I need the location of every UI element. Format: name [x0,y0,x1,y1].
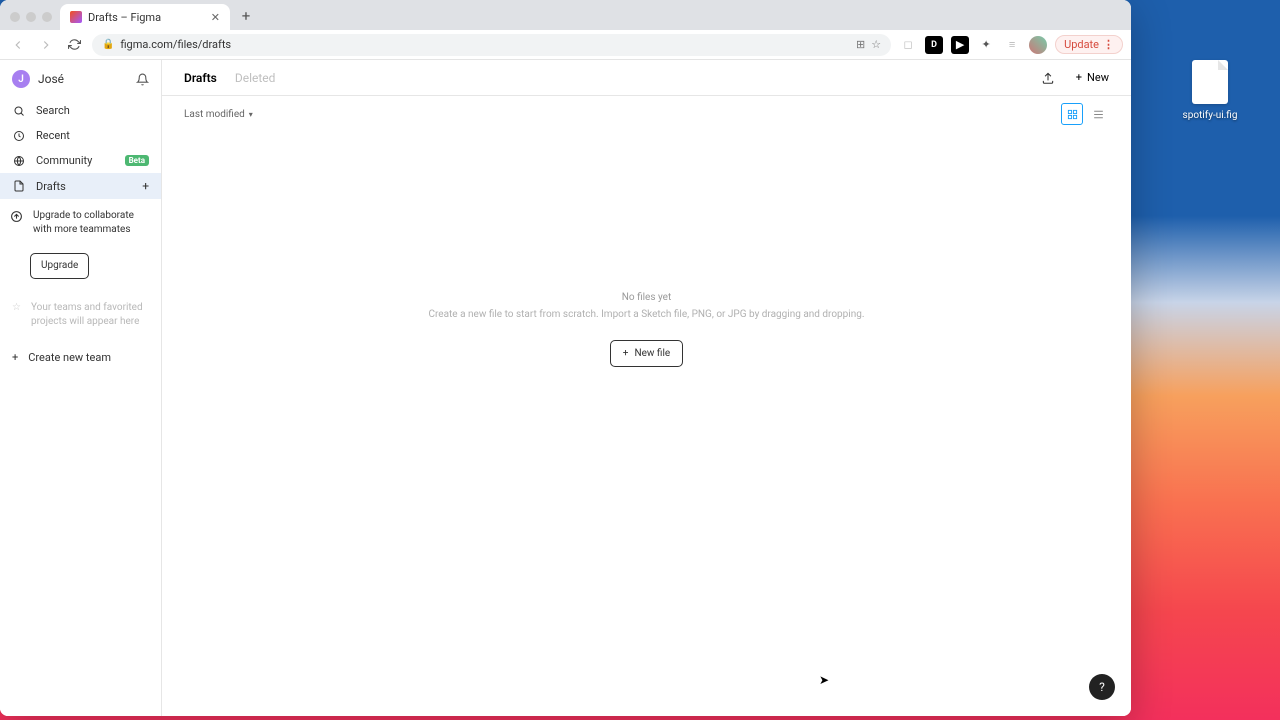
lock-icon: 🔒 [102,39,114,50]
teams-hint: ☆ Your teams and favorited projects will… [0,295,161,335]
hint-text: Your teams and favorited projects will a… [31,301,149,329]
figma-app: J José Search Recent Community Beta [0,60,1131,716]
bell-icon[interactable] [136,73,149,86]
extension-d-icon[interactable]: D [925,36,943,54]
user-row[interactable]: J José [0,60,161,98]
address-bar[interactable]: 🔒 figma.com/files/drafts ⊞ ☆ [92,34,891,56]
sidebar-item-community[interactable]: Community Beta [0,148,161,173]
plus-icon[interactable]: + [142,179,149,193]
extensions-menu-icon[interactable]: ✦ [977,36,995,54]
url-text: figma.com/files/drafts [120,38,231,51]
sidebar: J José Search Recent Community Beta [0,60,162,716]
chevron-down-icon: ▾ [249,110,253,119]
sidebar-item-search[interactable]: Search [0,98,161,123]
upgrade-button[interactable]: Upgrade [30,253,89,279]
profile-avatar[interactable] [1029,36,1047,54]
figma-favicon [70,11,82,23]
star-icon[interactable]: ☆ [871,38,881,51]
create-team-button[interactable]: + Create new team [0,345,161,370]
new-tab-button[interactable]: + [234,4,258,28]
plus-icon: + [12,351,18,364]
sidebar-item-label: Recent [36,129,70,142]
tab-title: Drafts – Figma [88,11,161,24]
tab-drafts[interactable]: Drafts [184,71,217,85]
empty-title: No files yet [622,292,671,303]
reading-list-icon[interactable]: ≡ [1003,36,1021,54]
file-icon [1192,60,1228,104]
install-icon[interactable]: ⊞ [856,38,865,51]
main-panel: Drafts Deleted + New Last modified ▾ [162,60,1131,716]
desktop-file[interactable]: spotify-ui.fig [1170,60,1250,121]
upgrade-icon [10,210,23,223]
beta-badge: Beta [125,155,149,166]
main-header: Drafts Deleted + New [162,60,1131,96]
plus-icon: + [1076,71,1082,84]
empty-subtitle: Create a new file to start from scratch.… [428,309,864,320]
help-button[interactable]: ? [1089,674,1115,700]
browser-tabstrip: Drafts – Figma ✕ + [0,0,1131,30]
browser-toolbar: 🔒 figma.com/files/drafts ⊞ ☆ ◻ D ▶ ✦ ≡ U… [0,30,1131,60]
sidebar-item-label: Drafts [36,180,66,193]
forward-button[interactable] [36,35,56,55]
extension-icon[interactable]: ◻ [899,36,917,54]
star-icon: ☆ [12,301,21,329]
create-team-label: Create new team [28,351,111,364]
file-icon [12,180,26,192]
empty-state: No files yet Create a new file to start … [162,132,1131,716]
import-icon[interactable] [1038,68,1058,88]
upgrade-text: Upgrade to collaborate with more teammat… [33,209,151,237]
new-button[interactable]: + New [1076,71,1109,84]
new-file-label: New file [634,348,670,359]
sort-label: Last modified [184,109,245,120]
search-icon [12,105,26,117]
upgrade-callout: Upgrade to collaborate with more teammat… [10,209,151,279]
plus-icon: + [623,348,629,359]
sort-dropdown[interactable]: Last modified ▾ [184,109,253,120]
sub-header: Last modified ▾ [162,96,1131,132]
window-controls[interactable] [6,12,60,30]
user-avatar: J [12,70,30,88]
reload-button[interactable] [64,35,84,55]
clock-icon [12,130,26,142]
sidebar-item-drafts[interactable]: Drafts + [0,173,161,199]
user-name: José [38,72,64,86]
tab-deleted[interactable]: Deleted [235,71,276,85]
back-button[interactable] [8,35,28,55]
browser-window: Drafts – Figma ✕ + 🔒 figma.com/files/dra… [0,0,1131,716]
sidebar-item-label: Community [36,154,92,167]
close-tab-icon[interactable]: ✕ [211,11,220,24]
extension-play-icon[interactable]: ▶ [951,36,969,54]
desktop-file-label: spotify-ui.fig [1183,110,1238,121]
browser-tab[interactable]: Drafts – Figma ✕ [60,4,230,30]
new-label: New [1087,71,1109,84]
list-view-button[interactable] [1087,103,1109,125]
new-file-button[interactable]: + New file [610,340,683,367]
grid-view-button[interactable] [1061,103,1083,125]
update-button[interactable]: Update ⋮ [1055,35,1123,54]
globe-icon [12,155,26,167]
sidebar-item-label: Search [36,104,70,117]
sidebar-item-recent[interactable]: Recent [0,123,161,148]
cursor-icon: ➤ [819,673,829,687]
chrome-menu-icon[interactable]: ⋮ [1103,38,1114,51]
